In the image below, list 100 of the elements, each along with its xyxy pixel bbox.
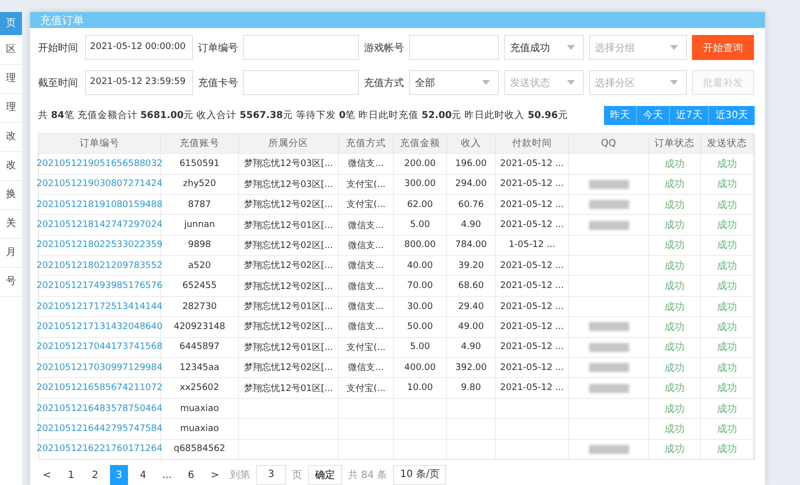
table-cell-text: 成功 [717, 280, 737, 294]
table-cell-text: 微信支... [348, 280, 384, 293]
column-header: 收入 [447, 134, 496, 154]
table-cell-text: 微信支... [348, 260, 384, 272]
order-link[interactable]: 2021051217172513414144 [36, 302, 162, 312]
table-cell: 6150591 [179, 158, 220, 169]
table-cell-text: 微信支... [348, 300, 384, 314]
blurred-block [588, 363, 628, 372]
blurred-block [588, 180, 628, 189]
table-cell-text: 成功 [664, 158, 684, 171]
total-count: 共 84 条 [348, 468, 388, 482]
order-link[interactable]: 2021051217030997129984 [36, 362, 162, 373]
order-link[interactable]: 2021051217044173741568 [36, 342, 162, 352]
sidebar-item[interactable]: 理 [0, 65, 22, 94]
order-link[interactable]: 2021051218021209783552 [36, 260, 162, 271]
confirm-button[interactable]: 确定 [308, 465, 342, 485]
table-cell: 2021-05-12 ... [500, 302, 564, 312]
select-field[interactable]: 选择分区 [589, 70, 687, 96]
table-cell-text: 成功 [664, 362, 684, 375]
table-cell: 2021-05-12 ... [500, 383, 564, 394]
sidebar-item[interactable]: 页 [0, 12, 22, 36]
caret-icon [482, 80, 490, 86]
blurred-block [588, 220, 628, 230]
input-field[interactable] [243, 35, 359, 60]
blurred-block [588, 384, 628, 393]
field-label: 开始时间 [38, 42, 79, 55]
table-cell-text: 成功 [664, 198, 684, 212]
order-link[interactable]: 2021051216585674211072 [36, 383, 162, 394]
date-range-button[interactable]: 今天 [636, 106, 670, 125]
action-button[interactable]: 开始查询 [692, 35, 754, 60]
caret-icon [567, 80, 575, 86]
table-cell-text: 梦翔忘忧12号02区[... [244, 280, 333, 293]
sidebar-item[interactable]: 区 [0, 36, 22, 65]
table-cell-text: 微信支... [348, 362, 384, 374]
select-field[interactable]: 全部 [409, 70, 499, 96]
table-cell: muaxiao [180, 424, 219, 434]
table-cell-text: 微信支... [348, 320, 384, 334]
table-cell-text: 成功 [664, 260, 684, 273]
table-cell-text: 成功 [717, 198, 737, 212]
table-cell: 29.40 [458, 302, 484, 312]
order-link[interactable]: 2021051217493985176576 [36, 281, 162, 292]
page-size-select[interactable]: 10 条/页 [393, 465, 446, 485]
sidebar-item[interactable]: 改 [0, 123, 22, 152]
table-cell-text: 成功 [717, 158, 737, 171]
table-cell-text: 成功 [717, 218, 737, 232]
table-cell-text: 成功 [664, 340, 684, 354]
table-cell-text: 支付宝(... [346, 178, 386, 191]
input-field[interactable]: 2021-05-12 00:00:00 [85, 35, 193, 60]
table-cell-text: 成功 [664, 280, 684, 294]
select-field[interactable]: 充值成功 [504, 35, 584, 60]
table-cell: 2021-05-12 ... [500, 220, 564, 230]
table-cell-text: 梦翔忘忧12号01区[... [244, 341, 333, 354]
table-cell-text: 成功 [717, 238, 737, 252]
select-field[interactable]: 选择分组 [589, 35, 687, 60]
sidebar-item[interactable]: 改 [0, 152, 22, 181]
order-link[interactable]: 2021051218191080159488 [36, 200, 162, 210]
table-cell: 50.00 [407, 322, 433, 332]
table-cell: 梦翔忘忧12号03区[... [244, 157, 333, 170]
order-link[interactable]: 2021051219051656588032 [36, 158, 162, 169]
table-cell-text: 支付宝(... [346, 198, 386, 212]
order-link[interactable]: 2021051216483578750464 [36, 404, 162, 414]
sidebar-item[interactable]: 关 [0, 210, 22, 239]
input-field[interactable] [409, 35, 499, 60]
table-cell: 39.20 [458, 260, 484, 271]
field-label: 充值卡号 [198, 76, 238, 90]
table-cell: 282730 [182, 302, 217, 312]
table-cell: 200.00 [404, 158, 436, 169]
table-cell-text: 成功 [664, 320, 684, 334]
table-cell-text: 成功 [717, 362, 737, 375]
page-input[interactable]: 3 [256, 465, 286, 485]
input-field[interactable] [243, 70, 359, 96]
table-cell: 5.00 [410, 342, 430, 352]
date-range-button[interactable]: 近30天 [709, 106, 755, 125]
table-cell-text: 梦翔忘忧12号02区[... [244, 239, 333, 252]
order-link[interactable]: 2021051217131432048640 [36, 322, 162, 332]
table-cell: 784.00 [455, 240, 487, 250]
table-cell: 2021-05-12 ... [500, 200, 564, 210]
date-range-button[interactable]: 近7天 [670, 106, 710, 125]
table-cell: 2021-05-12 ... [500, 260, 564, 271]
table-cell: 62.00 [407, 200, 433, 210]
field-label: 订单编号 [198, 42, 238, 55]
caret-icon [567, 45, 575, 50]
sidebar-item[interactable]: 理 [0, 94, 22, 123]
column-header: 发送状态 [701, 134, 754, 154]
input-field[interactable]: 2021-05-12 23:59:59 [85, 70, 193, 96]
sidebar-item[interactable]: 号 [0, 268, 22, 297]
page-button[interactable]: 3 [110, 465, 128, 485]
order-link[interactable]: 2021051219030807271424 [36, 179, 162, 190]
order-link[interactable]: 2021051218022533022359 [36, 240, 162, 250]
column-header: QQ [569, 134, 649, 154]
column-header: 订单编号 [39, 134, 161, 154]
order-link[interactable]: 2021051218142747297024 [36, 220, 162, 230]
order-link[interactable]: 2021051216442795747584 [36, 424, 162, 434]
order-link[interactable]: 2021051216221760171264 [36, 444, 162, 454]
sidebar-item[interactable]: 月 [0, 239, 22, 268]
date-range-button[interactable]: 昨天 [604, 106, 637, 125]
table-cell: 1-05-12 ... [508, 240, 556, 250]
sidebar-item[interactable]: 换 [0, 181, 22, 210]
select-field[interactable]: 发送状态 [504, 70, 584, 96]
table-cell: 2021-05-12 ... [500, 322, 564, 332]
